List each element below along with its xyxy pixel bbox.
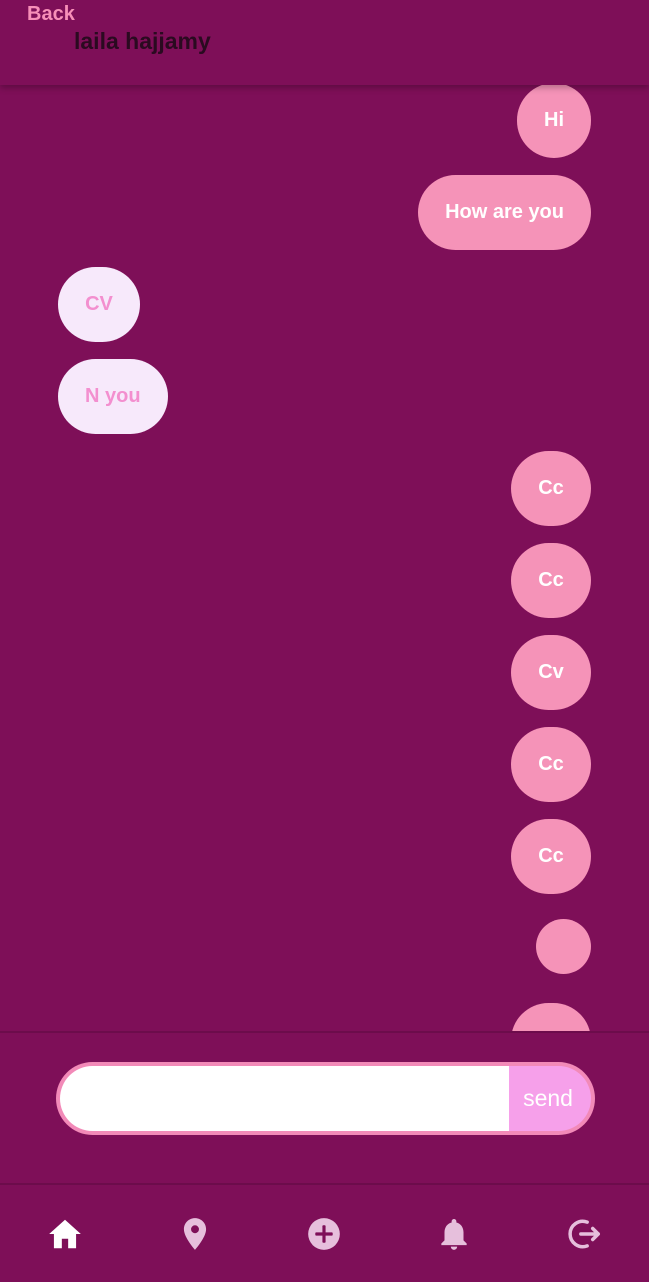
message-bubble: N you xyxy=(58,359,168,434)
logout-icon xyxy=(568,1219,601,1248)
message-composer: send xyxy=(56,1062,595,1135)
message-bubble: Cc xyxy=(511,451,591,526)
bottom-navigation xyxy=(0,1183,649,1282)
message-bubble xyxy=(536,919,591,974)
app-header: Back laila hajjamy xyxy=(0,0,649,85)
message-bubble: CV xyxy=(58,267,140,342)
location-pin-icon xyxy=(183,1217,206,1250)
nav-home[interactable] xyxy=(35,1204,95,1264)
composer-divider xyxy=(0,1031,649,1033)
message-bubble: Cv xyxy=(511,635,591,710)
send-button[interactable]: send xyxy=(509,1066,591,1131)
nav-location[interactable] xyxy=(165,1204,225,1264)
back-button[interactable]: Back xyxy=(27,3,75,26)
message-list[interactable]: Hi How are you CV N you Cc Cc Cv Cc Cc xyxy=(0,85,649,1033)
home-icon xyxy=(49,1219,81,1248)
nav-logout[interactable] xyxy=(554,1204,614,1264)
message-bubble: How are you xyxy=(418,175,591,250)
bell-icon xyxy=(441,1218,467,1250)
message-bubble: Hi xyxy=(517,85,591,158)
nav-notifications[interactable] xyxy=(424,1204,484,1264)
message-bubble: Cc xyxy=(511,727,591,802)
add-circle-icon xyxy=(308,1217,341,1250)
message-bubble: Cc xyxy=(511,819,591,894)
contact-name: laila hajjamy xyxy=(74,28,211,54)
message-input[interactable] xyxy=(60,1066,509,1131)
message-bubble: Cc xyxy=(511,543,591,618)
nav-add[interactable] xyxy=(294,1204,354,1264)
message-bubble xyxy=(511,1003,591,1033)
